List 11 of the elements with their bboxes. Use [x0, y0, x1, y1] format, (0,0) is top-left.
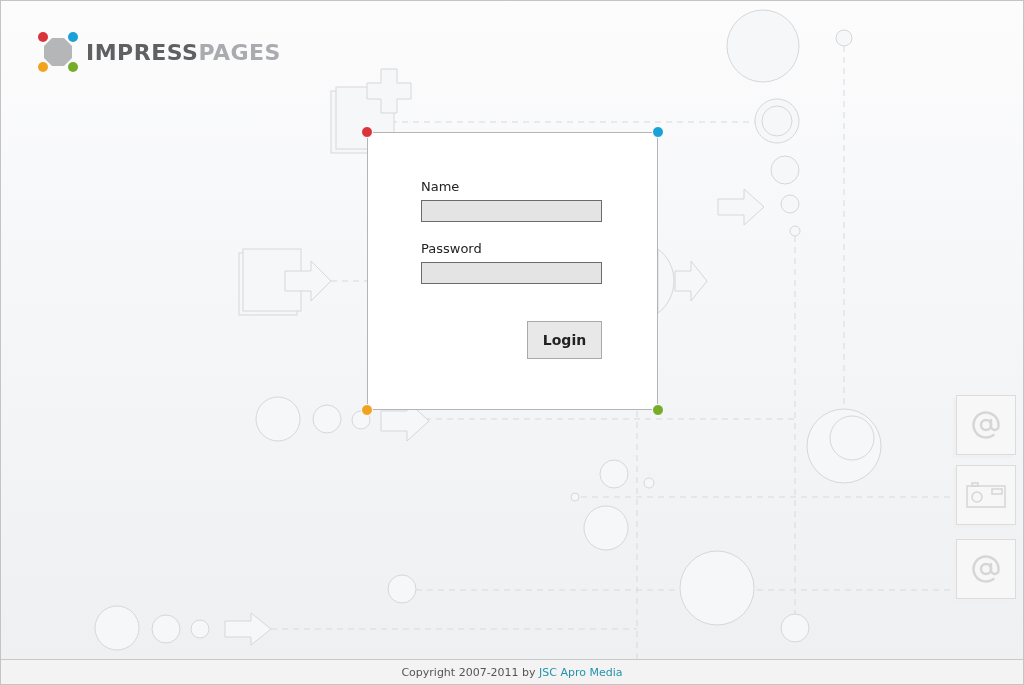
field-label: Password — [421, 241, 483, 256]
logo-icon — [38, 32, 78, 72]
logo-text: IMPRESSPAGES — [86, 39, 281, 65]
input-field[interactable] — [421, 262, 602, 284]
at-sign-icon — [971, 554, 1001, 584]
at-sign-icon — [971, 410, 1001, 440]
copyright-text: Copyright 2007-2011 by JSC Apro Media — [401, 665, 623, 679]
camera-icon — [966, 482, 1006, 508]
input-field[interactable] — [421, 200, 602, 222]
login-button[interactable]: Login — [527, 321, 602, 359]
field-label: Name — [421, 179, 461, 194]
